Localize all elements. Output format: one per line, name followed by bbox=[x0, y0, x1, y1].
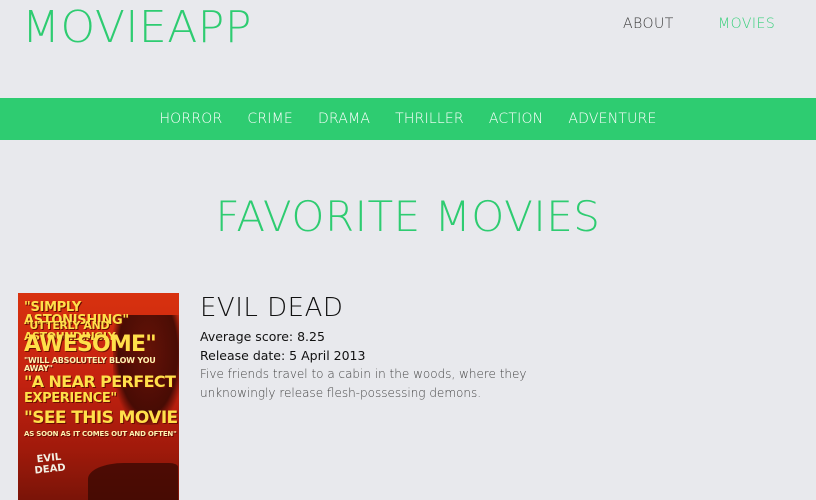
top-navigation: ABOUT MOVIES bbox=[0, 15, 816, 35]
nav-movies-link[interactable]: MOVIES bbox=[718, 15, 775, 33]
genre-navigation-bar: HORROR CRIME DRAMA THRILLER ACTION ADVEN… bbox=[0, 98, 816, 140]
genre-action-link[interactable]: ACTION bbox=[476, 98, 555, 140]
movie-title[interactable]: EVIL DEAD bbox=[200, 292, 580, 324]
poster-quote-7: "SEE THIS MOVIE bbox=[24, 408, 178, 428]
nav-about-link[interactable]: ABOUT bbox=[623, 15, 674, 33]
movie-details: EVIL DEAD Average score: 8.25 Release da… bbox=[200, 292, 580, 403]
poster-quote-3: AWESOME" bbox=[24, 332, 157, 357]
movie-poster[interactable]: "SIMPLY ASTONISHING" "UTTERLY AND ASTOUN… bbox=[18, 293, 179, 500]
poster-title-logo: EVIL DEAD bbox=[34, 451, 67, 477]
genre-horror-link[interactable]: HORROR bbox=[147, 98, 235, 140]
poster-quote-4: "WILL ABSOLUTELY BLOW YOU AWAY" bbox=[24, 356, 156, 373]
poster-quote-6: EXPERIENCE" bbox=[24, 391, 117, 406]
genre-crime-link[interactable]: CRIME bbox=[235, 98, 306, 140]
release-date: Release date: 5 April 2013 bbox=[200, 348, 366, 363]
genre-drama-link[interactable]: DRAMA bbox=[305, 98, 382, 140]
movie-description: Five friends travel to a cabin in the wo… bbox=[200, 367, 527, 400]
genre-adventure-link[interactable]: ADVENTURE bbox=[556, 98, 669, 140]
poster-quote-5: "A NEAR PERFECT bbox=[24, 372, 176, 391]
poster-quote-8: AS SOON AS IT COMES OUT AND OFTEN" bbox=[24, 430, 177, 438]
section-title: FAVORITE MOVIES bbox=[215, 192, 601, 241]
genre-thriller-link[interactable]: THRILLER bbox=[383, 98, 477, 140]
poster-chainsaw-shape bbox=[88, 463, 178, 500]
average-score: Average score: 8.25 bbox=[200, 329, 325, 344]
